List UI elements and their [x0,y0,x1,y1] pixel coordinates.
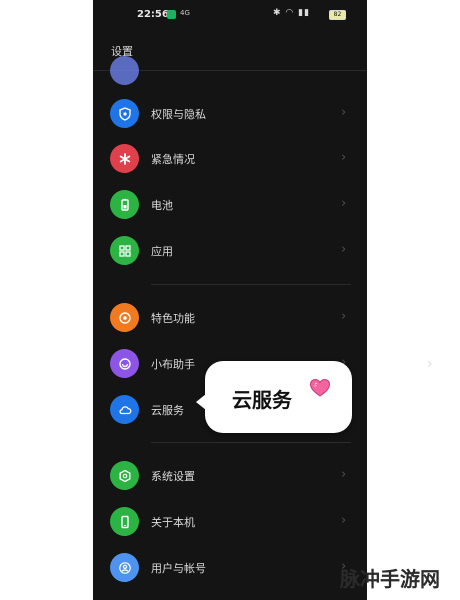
asterisk-icon [110,144,139,173]
chevron-right-icon: › [341,309,347,324]
bluetooth-icon: ✱ [273,8,282,18]
settings-item-label: 关于本机 [151,516,195,529]
cloud-icon [110,395,139,424]
watermark-text: 脉冲手游网 [340,567,440,591]
chevron-right-icon: › [341,467,347,482]
settings-item-apps[interactable]: 应用 › [93,228,367,274]
settings-item-label: 紧急情况 [151,153,195,166]
settings-item-account[interactable]: 用户与帐号 › [93,545,367,591]
clock: 22:56 [137,9,169,20]
target-icon [110,303,139,332]
settings-item-label: 云服务 [151,404,184,417]
settings-item-label: 应用 [151,245,173,258]
partial-settings-row[interactable] [93,48,367,94]
status-icons: ✱ ◠ ▮▮ [273,8,310,18]
settings-item-features[interactable]: 特色功能 › [93,295,367,341]
status-bar: 22:56 4G ✱ ◠ ▮▮ 82 [93,0,367,32]
chevron-right-icon: › [341,513,347,528]
wifi-icon: ◠ [285,8,295,18]
grid-icon [110,236,139,265]
signal-icon: ▮▮ [298,8,311,18]
chevron-right-icon: › [341,105,347,120]
section-divider [151,442,351,443]
faint-arrow-icon: › [427,356,433,372]
settings-item-privacy[interactable]: 权限与隐私 › [93,91,367,137]
partial-row-icon [110,56,139,85]
settings-item-label: 系统设置 [151,470,195,483]
hexagon-icon [110,461,139,490]
heart-icon [309,378,331,402]
user-icon [110,553,139,582]
section-divider [151,284,351,285]
callout-bubble: 云服务 [196,361,352,433]
chat-app-icon [167,10,176,19]
settings-item-emergency[interactable]: 紧急情况 › [93,136,367,182]
settings-item-label: 小布助手 [151,358,195,371]
network-tag: 4G [180,9,190,17]
settings-item-about[interactable]: 关于本机 › [93,499,367,545]
chevron-right-icon: › [341,196,347,211]
battery-status: 82 [329,10,346,20]
settings-item-label: 用户与帐号 [151,562,206,575]
settings-item-battery[interactable]: 电池 › [93,182,367,228]
assistant-icon [110,349,139,378]
chevron-right-icon: › [341,150,347,165]
settings-item-label: 电池 [151,199,173,212]
settings-item-system[interactable]: 系统设置 › [93,453,367,499]
callout-tail [196,394,206,410]
phone-icon [110,507,139,536]
callout-text: 云服务 [232,388,292,412]
phone-screen: 22:56 4G ✱ ◠ ▮▮ 82 设置 权限与隐私 › 紧急情况 › 电池 [93,0,367,600]
shield-eye-icon [110,99,139,128]
settings-item-label: 权限与隐私 [151,108,206,121]
chevron-right-icon: › [341,242,347,257]
battery-icon [110,190,139,219]
settings-item-label: 特色功能 [151,312,195,325]
